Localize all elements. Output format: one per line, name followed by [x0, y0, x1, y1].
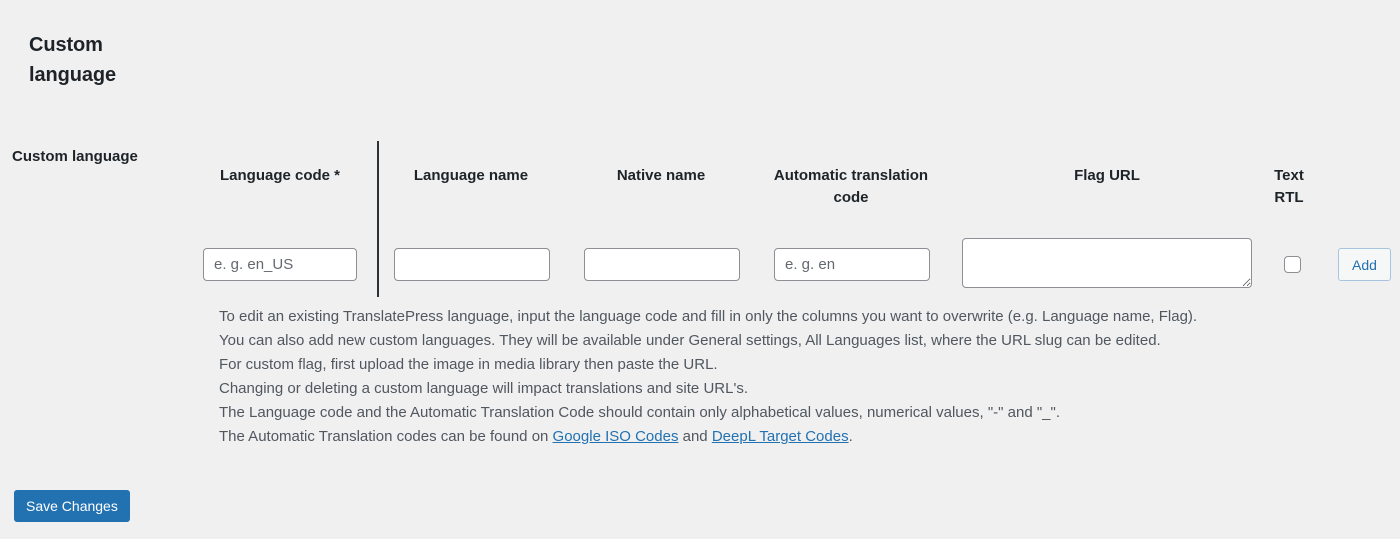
column-divider — [377, 141, 379, 297]
column-header-text-rtl: Text RTL — [1274, 167, 1304, 206]
language-name-input[interactable] — [394, 248, 550, 281]
help-line-6: The Automatic Translation codes can be f… — [219, 425, 1379, 449]
help-line-4: Changing or deleting a custom language w… — [219, 380, 748, 397]
help-line-5: The Language code and the Automatic Tran… — [219, 404, 1060, 421]
help-line-3: For custom flag, first upload the image … — [219, 356, 718, 373]
column-header-flag-url: Flag URL — [1074, 167, 1140, 184]
row-label-custom-language: Custom language — [12, 148, 138, 165]
column-header-language-name: Language name — [413, 167, 529, 184]
native-name-input[interactable] — [584, 248, 740, 281]
column-header-language-code: Language code * — [219, 167, 341, 184]
help-line-1: To edit an existing TranslatePress langu… — [219, 308, 1198, 325]
help-line-6-middle: and — [678, 428, 712, 445]
save-changes-button[interactable]: Save Changes — [14, 490, 130, 522]
add-button[interactable]: Add — [1338, 248, 1391, 281]
help-text: To edit an existing TranslatePress langu… — [219, 305, 1379, 449]
deepl-target-codes-link[interactable]: DeepL Target Codes — [712, 428, 849, 445]
help-line-2: You can also add new custom languages. T… — [219, 332, 1161, 349]
google-iso-codes-link[interactable]: Google ISO Codes — [553, 428, 679, 445]
language-code-input[interactable] — [203, 248, 357, 281]
help-line-6-prefix: The Automatic Translation codes can be f… — [219, 428, 553, 445]
help-line-6-suffix: . — [848, 428, 853, 445]
flag-url-textarea[interactable] — [962, 238, 1252, 288]
automatic-translation-code-input[interactable] — [774, 248, 930, 281]
page-title: Custom language — [29, 34, 116, 86]
text-rtl-checkbox[interactable] — [1284, 256, 1301, 273]
column-header-native-name: Native name — [616, 167, 706, 184]
column-header-automatic-translation-code: Automatic translation code — [773, 167, 929, 206]
